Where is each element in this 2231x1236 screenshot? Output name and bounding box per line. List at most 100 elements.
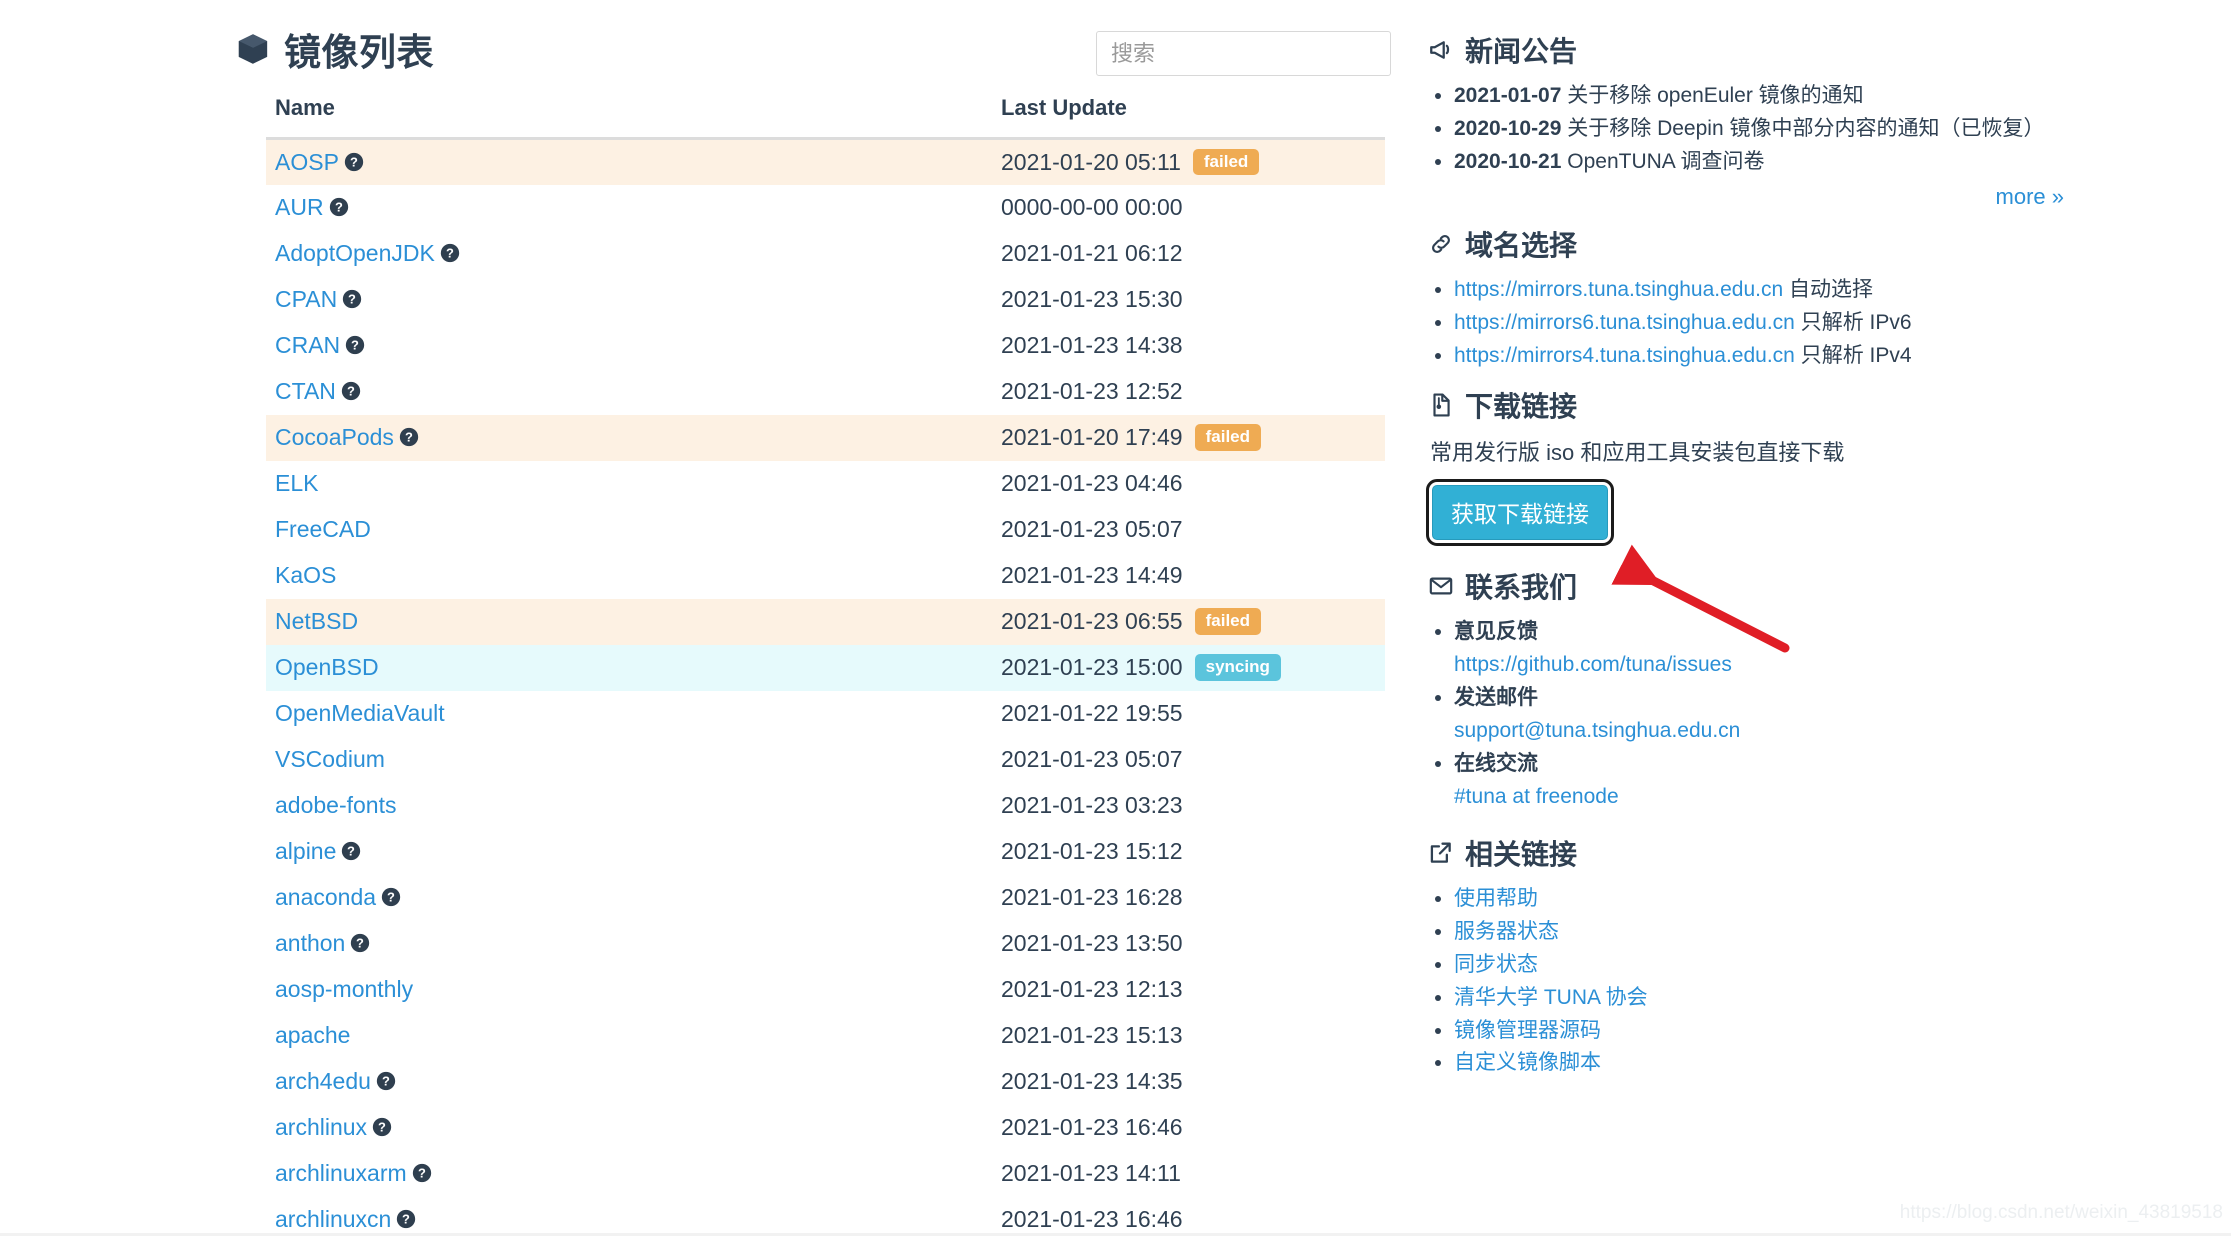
mirror-name-link[interactable]: AUR bbox=[275, 194, 324, 220]
help-icon[interactable]: ? bbox=[345, 335, 365, 355]
mirror-name-link[interactable]: NetBSD bbox=[275, 608, 358, 634]
svg-text:?: ? bbox=[356, 936, 364, 951]
help-icon[interactable]: ? bbox=[342, 289, 362, 309]
mirror-name-link[interactable]: KaOS bbox=[275, 562, 336, 588]
table-row: AOSP?2021-01-20 05:11failed bbox=[266, 139, 1385, 185]
file-icon bbox=[1428, 392, 1454, 418]
svg-text:?: ? bbox=[347, 844, 355, 859]
mirror-name-link[interactable]: anaconda bbox=[275, 884, 376, 910]
mirror-name-link[interactable]: ELK bbox=[275, 470, 318, 496]
search-box[interactable] bbox=[1096, 31, 1391, 76]
news-heading: 新闻公告 bbox=[1428, 30, 2068, 70]
mirror-name-link[interactable]: AOSP bbox=[275, 149, 339, 175]
svg-text:?: ? bbox=[418, 1166, 426, 1181]
table-row: anthon? 2021-01-23 13:50 bbox=[266, 921, 1385, 967]
help-icon[interactable]: ? bbox=[376, 1071, 396, 1091]
cell-last-update: 2021-01-23 03:23 bbox=[1001, 783, 1385, 829]
search-input[interactable] bbox=[1096, 31, 1391, 76]
mirror-name-link[interactable]: anthon bbox=[275, 930, 345, 956]
related-item-link[interactable]: 自定义镜像脚本 bbox=[1454, 1051, 1601, 1074]
table-row: AdoptOpenJDK? 2021-01-21 06:12 bbox=[266, 231, 1385, 277]
mirror-name-link[interactable]: aosp-monthly bbox=[275, 976, 413, 1002]
column-header-last-update[interactable]: Last Update bbox=[1001, 95, 1385, 139]
envelope-icon bbox=[1428, 573, 1454, 599]
related-item-link[interactable]: 镜像管理器源码 bbox=[1454, 1019, 1601, 1042]
mirror-table: Name Last Update AOSP?2021-01-20 05:11fa… bbox=[266, 95, 1385, 1236]
mirror-name-link[interactable]: OpenBSD bbox=[275, 654, 379, 680]
get-download-link-button[interactable]: 获取下载链接 bbox=[1432, 485, 1608, 540]
cell-last-update: 2021-01-21 06:12 bbox=[1001, 231, 1385, 277]
contact-item-label: 意见反馈 bbox=[1454, 620, 1538, 643]
download-section: 下载链接 常用发行版 iso 和应用工具安装包直接下载 获取下载链接 bbox=[1428, 385, 2068, 540]
mirror-name-link[interactable]: VSCodium bbox=[275, 746, 385, 772]
mirror-name-link[interactable]: CocoaPods bbox=[275, 424, 394, 450]
help-icon[interactable]: ? bbox=[341, 381, 361, 401]
watermark: https://blog.csdn.net/weixin_43819518 bbox=[1900, 1202, 2223, 1224]
cell-last-update: 0000-00-00 00:00 bbox=[1001, 185, 1385, 231]
domain-url-link[interactable]: https://mirrors4.tuna.tsinghua.edu.cn bbox=[1454, 344, 1795, 367]
help-icon[interactable]: ? bbox=[344, 152, 364, 172]
news-item[interactable]: 2020-10-29 关于移除 Deepin 镜像中部分内容的通知（已恢复） bbox=[1454, 113, 2068, 145]
table-head: Name Last Update bbox=[266, 95, 1385, 139]
help-icon[interactable]: ? bbox=[329, 197, 349, 217]
mirror-name-link[interactable]: CRAN bbox=[275, 332, 340, 358]
mirror-name-link[interactable]: alpine bbox=[275, 838, 336, 864]
domain-url-link[interactable]: https://mirrors.tuna.tsinghua.edu.cn bbox=[1454, 278, 1783, 301]
help-icon[interactable]: ? bbox=[440, 243, 460, 263]
cell-last-update: 2021-01-22 19:55 bbox=[1001, 691, 1385, 737]
news-more-link[interactable]: more » bbox=[1996, 184, 2064, 209]
domain-section: 域名选择 https://mirrors.tuna.tsinghua.edu.c… bbox=[1428, 224, 2068, 372]
table-row: arch4edu?2021-01-23 14:35 bbox=[266, 1059, 1385, 1105]
related-item: 使用帮助 bbox=[1454, 883, 2068, 915]
mirror-name-link[interactable]: apache bbox=[275, 1022, 350, 1048]
column-header-name[interactable]: Name bbox=[266, 95, 1001, 139]
news-item[interactable]: 2021-01-07 关于移除 openEuler 镜像的通知 bbox=[1454, 80, 2068, 112]
table-row: anaconda?2021-01-23 16:28 bbox=[266, 875, 1385, 921]
contact-item-value[interactable]: https://github.com/tuna/issues bbox=[1454, 649, 2068, 681]
mirror-name-link[interactable]: adobe-fonts bbox=[275, 792, 396, 818]
mirror-name-link[interactable]: arch4edu bbox=[275, 1068, 371, 1094]
domain-note: 自动选择 bbox=[1783, 278, 1873, 301]
related-item-link[interactable]: 服务器状态 bbox=[1454, 920, 1559, 943]
mirror-name-link[interactable]: CTAN bbox=[275, 378, 336, 404]
mirror-name-link[interactable]: archlinuxcn bbox=[275, 1206, 391, 1232]
mirror-name-link[interactable]: archlinuxarm bbox=[275, 1160, 407, 1186]
table-row: adobe-fonts 2021-01-23 03:23 bbox=[266, 783, 1385, 829]
news-item[interactable]: 2020-10-21 OpenTUNA 调查问卷 bbox=[1454, 146, 2068, 178]
cell-last-update: 2021-01-23 14:49 bbox=[1001, 553, 1385, 599]
last-update-text: 2021-01-23 12:13 bbox=[1001, 976, 1183, 1002]
contact-item-value[interactable]: #tuna at freenode bbox=[1454, 781, 2068, 813]
news-item-date: 2020-10-21 bbox=[1454, 150, 1561, 173]
help-icon[interactable]: ? bbox=[399, 427, 419, 447]
mirror-name-link[interactable]: AdoptOpenJDK bbox=[275, 240, 435, 266]
help-icon[interactable]: ? bbox=[350, 933, 370, 953]
domain-heading-text: 域名选择 bbox=[1465, 224, 1577, 264]
last-update-text: 2021-01-21 06:12 bbox=[1001, 240, 1183, 266]
help-icon[interactable]: ? bbox=[412, 1163, 432, 1183]
cell-last-update: 2021-01-23 06:55failed bbox=[1001, 599, 1385, 645]
contact-item-label: 在线交流 bbox=[1454, 752, 1538, 775]
contact-item-value[interactable]: support@tuna.tsinghua.edu.cn bbox=[1454, 715, 2068, 747]
related-item-link[interactable]: 使用帮助 bbox=[1454, 887, 1538, 910]
mirror-name-link[interactable]: archlinux bbox=[275, 1114, 367, 1140]
help-icon[interactable]: ? bbox=[341, 841, 361, 861]
mirror-name-link[interactable]: CPAN bbox=[275, 286, 337, 312]
domain-url-link[interactable]: https://mirrors6.tuna.tsinghua.edu.cn bbox=[1454, 311, 1795, 334]
last-update-text: 2021-01-23 05:07 bbox=[1001, 746, 1183, 772]
table-row: ELK 2021-01-23 04:46 bbox=[266, 461, 1385, 507]
related-item-link[interactable]: 同步状态 bbox=[1454, 953, 1538, 976]
mirror-name-link[interactable]: FreeCAD bbox=[275, 516, 371, 542]
cell-mirror-name: arch4edu? bbox=[266, 1059, 1001, 1105]
mirror-name-link[interactable]: OpenMediaVault bbox=[275, 700, 445, 726]
svg-text:?: ? bbox=[348, 292, 356, 307]
help-icon[interactable]: ? bbox=[372, 1117, 392, 1137]
help-icon[interactable]: ? bbox=[381, 887, 401, 907]
domain-list: https://mirrors.tuna.tsinghua.edu.cn 自动选… bbox=[1428, 274, 2068, 372]
table-row: apache2021-01-23 15:13 bbox=[266, 1013, 1385, 1059]
news-item-date: 2020-10-29 bbox=[1454, 117, 1561, 140]
cell-last-update: 2021-01-23 13:50 bbox=[1001, 921, 1385, 967]
related-item-link[interactable]: 清华大学 TUNA 协会 bbox=[1454, 986, 1648, 1009]
help-icon[interactable]: ? bbox=[396, 1209, 416, 1229]
cell-last-update: 2021-01-23 04:46 bbox=[1001, 461, 1385, 507]
last-update-text: 2021-01-23 14:35 bbox=[1001, 1068, 1183, 1094]
